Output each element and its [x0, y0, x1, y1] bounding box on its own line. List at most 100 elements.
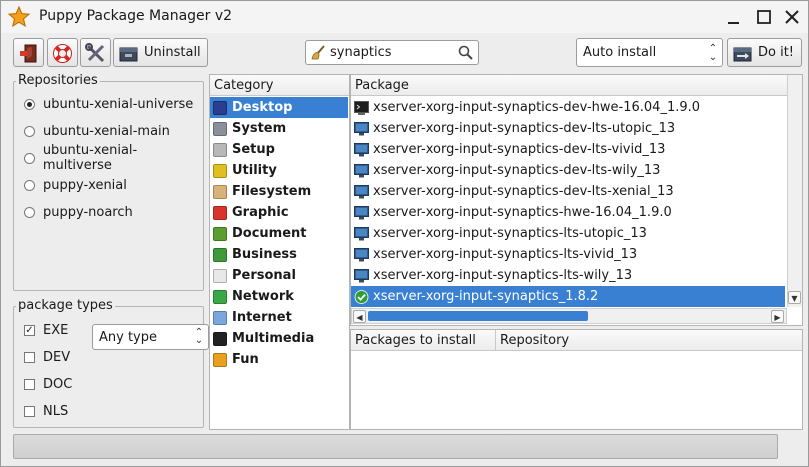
repository-header[interactable]: Repository: [496, 330, 802, 351]
category-item-document[interactable]: Document: [210, 223, 348, 244]
type-label: EXE: [43, 322, 69, 338]
do-it-label: Do it!: [758, 45, 795, 60]
setup-icon: [213, 142, 227, 157]
search-icon[interactable]: [457, 44, 474, 61]
category-item-filesystem[interactable]: Filesystem: [210, 181, 348, 202]
type-label: NLS: [43, 403, 69, 419]
monitor-icon: [354, 268, 369, 282]
package-row[interactable]: xserver-xorg-input-synaptics-dev-lts-uto…: [351, 118, 785, 139]
maximize-button[interactable]: [754, 7, 774, 27]
document-icon: [213, 226, 227, 241]
monitor-icon: [354, 142, 369, 156]
type-option-exe[interactable]: ✓ EXE: [24, 320, 68, 340]
repo-option-ubuntu-xenial-main[interactable]: ubuntu-xenial-main: [24, 121, 170, 141]
package-list: Package xserver-xorg-input-synaptics-dev…: [350, 74, 803, 326]
quit-button[interactable]: [13, 38, 44, 67]
category-label: Personal: [232, 268, 296, 283]
settings-button[interactable]: [80, 38, 111, 67]
type-select[interactable]: Any type ⌃ ⌄: [92, 324, 209, 350]
category-item-network[interactable]: Network: [210, 286, 348, 307]
package-label: xserver-xorg-input-synaptics-lts-utopic_…: [373, 226, 647, 241]
category-label: Filesystem: [232, 184, 312, 199]
package-vertical-scrollbar[interactable]: ▼: [787, 75, 802, 307]
minimize-button[interactable]: [724, 7, 744, 27]
package-row[interactable]: xserver-xorg-input-synaptics-dev-lts-wil…: [351, 160, 785, 181]
category-item-utility[interactable]: Utility: [210, 160, 348, 181]
checkbox[interactable]: [24, 351, 35, 363]
graphic-icon: [213, 205, 227, 220]
monitor-icon: [354, 205, 369, 219]
radio-button[interactable]: [24, 98, 35, 110]
category-label: Multimedia: [232, 331, 315, 346]
package-row[interactable]: xserver-xorg-input-synaptics-lts-vivid_1…: [351, 244, 785, 265]
category-item-personal[interactable]: Personal: [210, 265, 348, 286]
package-row[interactable]: xserver-xorg-input-synaptics-dev-lts-viv…: [351, 139, 785, 160]
category-item-system[interactable]: System: [210, 118, 348, 139]
repo-option-ubuntu-xenial-universe[interactable]: ubuntu-xenial-universe: [24, 94, 193, 114]
package-label: xserver-xorg-input-synaptics-hwe-16.04_1…: [373, 205, 672, 220]
help-button[interactable]: [47, 38, 78, 67]
type-option-nls[interactable]: NLS: [24, 401, 68, 421]
fun-icon: [213, 352, 227, 367]
search-input[interactable]: synaptics: [305, 40, 479, 65]
category-item-business[interactable]: Business: [210, 244, 348, 265]
utility-icon: [213, 163, 227, 178]
package-row[interactable]: xserver-xorg-input-synaptics-lts-wily_13: [351, 265, 785, 286]
close-button[interactable]: [782, 7, 802, 27]
scroll-left-icon[interactable]: ◀: [353, 310, 366, 323]
repo-option-puppy-noarch[interactable]: puppy-noarch: [24, 202, 133, 222]
radio-button[interactable]: [24, 179, 35, 191]
system-icon: [213, 121, 227, 136]
category-item-multimedia[interactable]: Multimedia: [210, 328, 348, 349]
monitor-icon: [354, 163, 369, 177]
type-option-doc[interactable]: DOC: [24, 374, 72, 394]
repo-label: ubuntu-xenial-universe: [43, 96, 194, 112]
type-option-dev[interactable]: DEV: [24, 347, 70, 367]
category-item-fun[interactable]: Fun: [210, 349, 348, 370]
category-item-setup[interactable]: Setup: [210, 139, 348, 160]
installed-check-icon: [354, 289, 369, 304]
category-list: Category Desktop System Setup Utility Filesy…: [209, 74, 350, 430]
install-mode-select[interactable]: Auto install ⌃ ⌄: [576, 38, 723, 67]
radio-button[interactable]: [24, 125, 35, 137]
package-row[interactable]: xserver-xorg-input-synaptics-dev-lts-xen…: [351, 181, 785, 202]
uninstall-button[interactable]: Uninstall: [113, 38, 208, 67]
category-item-internet[interactable]: Internet: [210, 307, 348, 328]
package-row[interactable]: xserver-xorg-input-synaptics_1.8.2: [351, 286, 785, 307]
terminal-icon: [354, 100, 369, 115]
scroll-right-icon[interactable]: ▶: [771, 310, 784, 323]
checkbox[interactable]: [24, 378, 35, 390]
category-label: System: [232, 121, 287, 136]
repo-option-puppy-xenial[interactable]: puppy-xenial: [24, 175, 127, 195]
multimedia-icon: [213, 331, 227, 346]
package-row[interactable]: xserver-xorg-input-synaptics-lts-utopic_…: [351, 223, 785, 244]
package-row[interactable]: xserver-xorg-input-synaptics-hwe-16.04_1…: [351, 202, 785, 223]
monitor-icon: [354, 226, 369, 240]
category-label: Utility: [232, 163, 277, 178]
package-row[interactable]: xserver-xorg-input-synaptics-dev-hwe-16.…: [351, 97, 785, 118]
radio-button[interactable]: [24, 152, 35, 164]
packages-to-install-header[interactable]: Packages to install: [351, 330, 496, 351]
package-label: xserver-xorg-input-synaptics-dev-lts-wil…: [373, 163, 661, 178]
checkbox[interactable]: ✓: [24, 324, 35, 336]
do-it-button[interactable]: Do it!: [727, 38, 802, 67]
category-item-desktop[interactable]: Desktop: [210, 97, 348, 118]
radio-button[interactable]: [24, 206, 35, 218]
title-bar[interactable]: Puppy Package Manager v2: [1, 1, 808, 33]
scroll-down-icon[interactable]: ▼: [788, 291, 801, 304]
package-column-header[interactable]: Package: [351, 75, 802, 96]
select-arrows-icon: ⌃ ⌄: [708, 43, 718, 63]
category-item-graphic[interactable]: Graphic: [210, 202, 348, 223]
checkbox[interactable]: [24, 405, 35, 417]
desktop-icon: [213, 100, 227, 115]
repo-option-ubuntu-xenial-multiverse[interactable]: ubuntu-xenial-multiverse: [24, 143, 203, 173]
star-app-icon: [8, 6, 30, 28]
install-queue-list: Packages to install Repository: [350, 329, 803, 430]
horizontal-scroll-thumb[interactable]: [368, 311, 588, 321]
monitor-icon: [354, 121, 369, 135]
category-column-header[interactable]: Category: [210, 75, 349, 96]
package-types-legend: package types: [16, 298, 115, 313]
window-title: Puppy Package Manager v2: [39, 8, 233, 24]
package-horizontal-scrollbar[interactable]: ◀ ▶: [351, 308, 787, 324]
filesystem-icon: [213, 184, 227, 199]
